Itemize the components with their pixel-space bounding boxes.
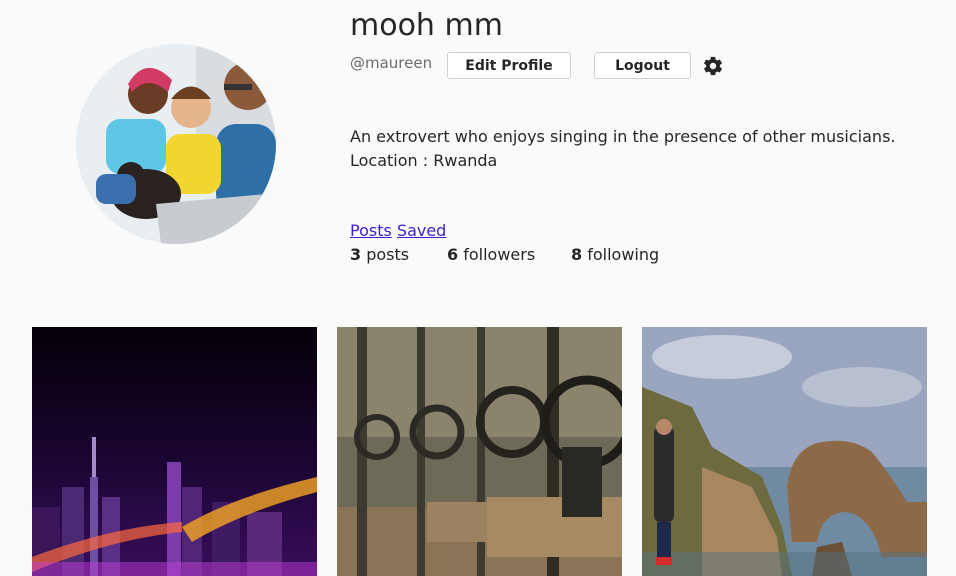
post-tile-city-night[interactable] xyxy=(32,327,317,576)
posts-label: posts xyxy=(366,245,410,264)
stat-following[interactable]: 8 following xyxy=(571,245,659,264)
followers-count: 6 xyxy=(447,245,459,264)
bio-text: An extrovert who enjoys singing in the p… xyxy=(350,127,896,146)
followers-label: followers xyxy=(463,245,536,264)
logout-button[interactable]: Logout xyxy=(594,52,691,79)
profile-handle: @maureen xyxy=(350,54,433,72)
profile-tabs: Posts Saved xyxy=(350,221,446,240)
profile-stats: 3 posts 6 followers 8 following xyxy=(350,245,659,264)
profile-bio: An extrovert who enjoys singing in the p… xyxy=(350,125,895,173)
stat-followers[interactable]: 6 followers xyxy=(447,245,571,264)
post-tile-sewing-machines[interactable] xyxy=(337,327,622,576)
tab-saved[interactable]: Saved xyxy=(397,221,446,240)
following-count: 8 xyxy=(571,245,583,264)
stat-posts: 3 posts xyxy=(350,245,447,264)
profile-avatar xyxy=(76,44,276,244)
post-image-coastal-rocks xyxy=(642,327,927,576)
bio-location: Location : Rwanda xyxy=(350,151,498,170)
post-image-sewing-machines xyxy=(337,327,622,576)
tab-posts[interactable]: Posts xyxy=(350,221,392,240)
edit-profile-button[interactable]: Edit Profile xyxy=(447,52,571,79)
profile-display-name: mooh mm xyxy=(350,8,503,43)
gear-icon[interactable] xyxy=(702,55,724,77)
following-label: following xyxy=(587,245,660,264)
post-image-city-night xyxy=(32,327,317,576)
post-tile-coastal-rocks[interactable] xyxy=(642,327,927,576)
posts-count: 3 xyxy=(350,245,362,264)
avatar-family-photo xyxy=(76,44,276,244)
